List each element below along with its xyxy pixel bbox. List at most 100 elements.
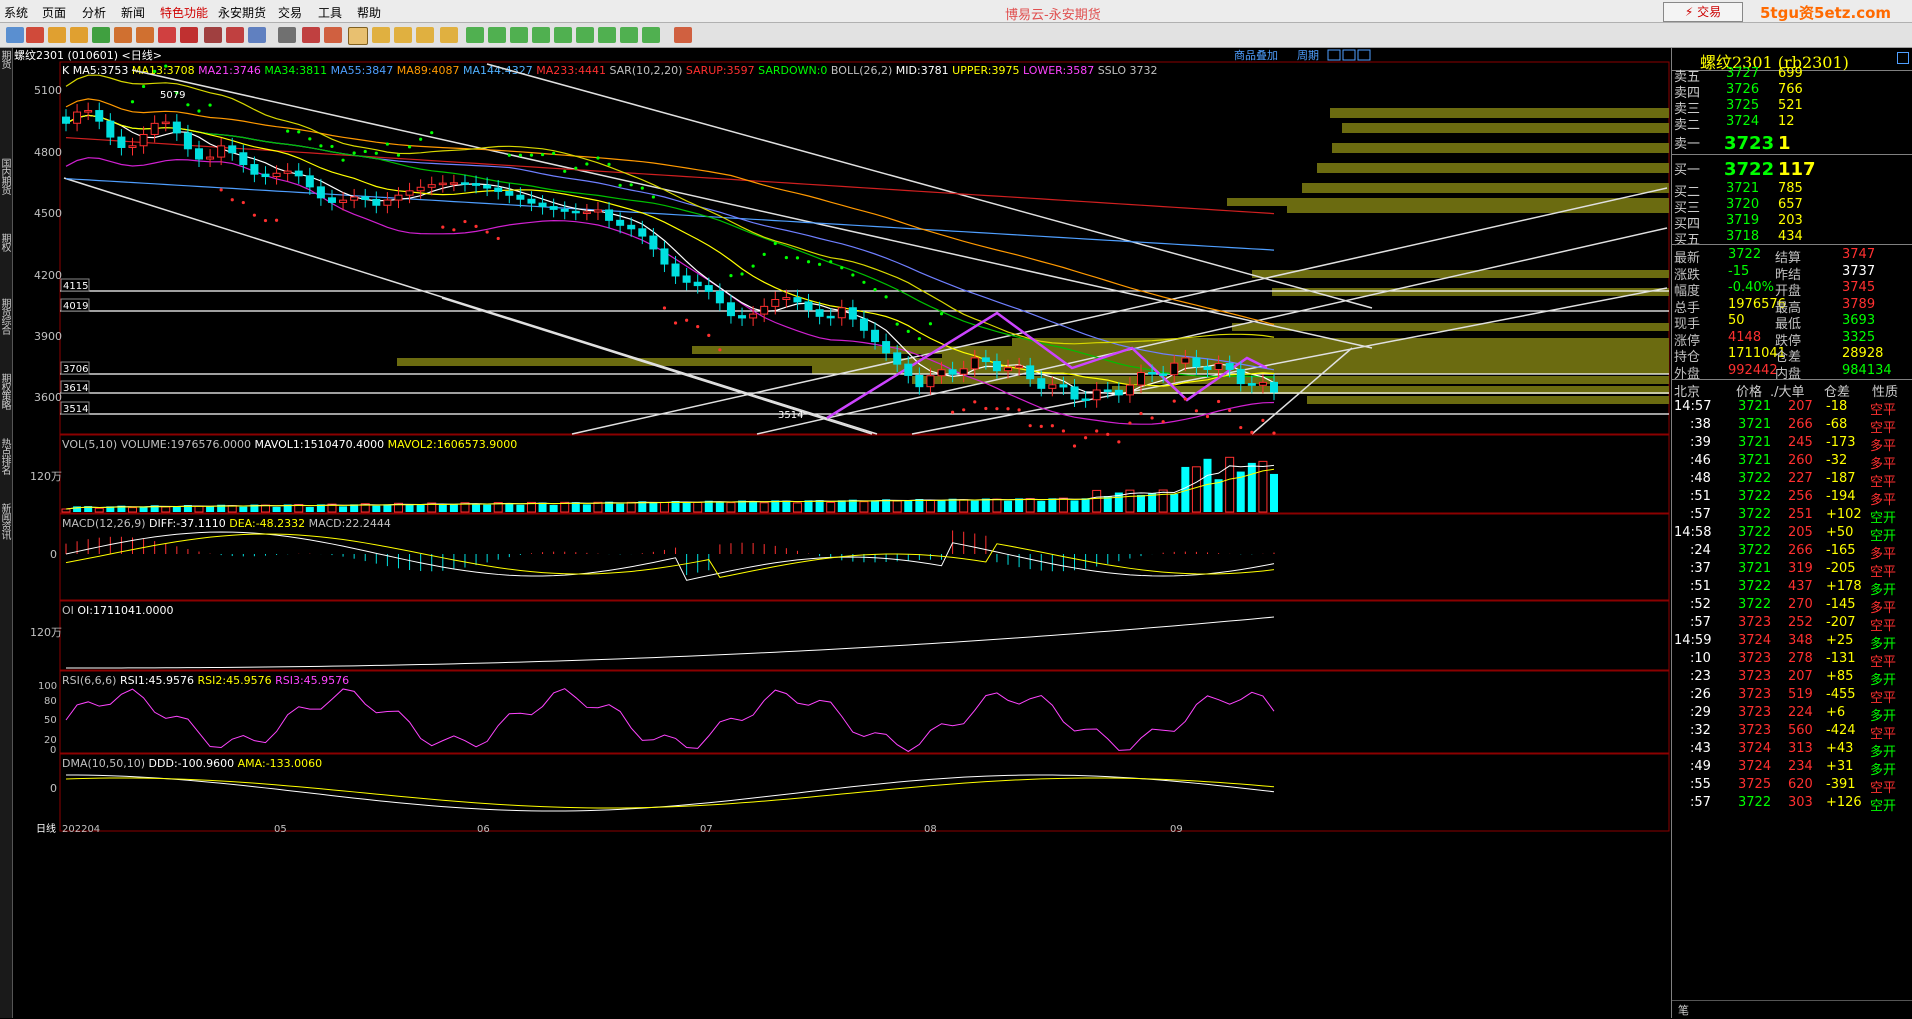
restore-icon[interactable] [1327,49,1341,61]
tick-tab[interactable]: 笔 [1678,1002,1689,1018]
dma-indicator-row: DMA(10,50,10) DDD:-100.9600 AMA:-133.006… [62,757,322,770]
panel-toggle-icon[interactable] [1897,52,1909,64]
period-60min-icon[interactable] [576,27,594,43]
candle-body [1026,365,1035,380]
side-tab-options[interactable]: 期权 [0,233,12,293]
menu-system[interactable]: 系统 [4,4,28,21]
oi-axis: 120万 [30,626,62,639]
stat-value: 3745 [1842,280,1876,295]
tick-price: 3724 [1738,741,1772,756]
tick-time: :39 [1690,435,1711,450]
sar-dot [385,142,389,146]
pen-icon[interactable] [180,27,198,43]
boll-upper-line [65,74,1275,345]
tick-row: :24 3722 266 -165 多平 [1672,543,1912,562]
layers-icon[interactable] [204,27,222,43]
period-2h-icon[interactable] [598,27,616,43]
tick-row: :23 3723 207 +85 多开 [1672,669,1912,688]
bid-row: 买二 3721 785 [1672,181,1912,200]
sar-dot [862,280,866,284]
kline-icon[interactable] [324,27,342,43]
period-month-icon[interactable] [394,27,412,43]
volume-bars [61,456,1278,513]
candle-body [327,197,336,203]
tick-nature: 空平 [1870,727,1897,742]
maximize-icon[interactable] [1342,49,1356,61]
zoom-out-icon[interactable] [136,27,154,43]
oi-line [65,616,1275,669]
volume-profile-bar [692,346,1669,354]
candle-body [527,198,536,204]
home-icon[interactable] [26,27,44,43]
menu-trade[interactable]: 交易 [278,4,302,21]
period-4h-icon[interactable] [620,27,638,43]
level-label: 4019 [63,301,88,312]
volume-bar [516,504,525,512]
volume-bar [1025,498,1035,513]
candle-body [438,182,447,186]
volume-bar [339,506,348,512]
link-overlay[interactable]: 商品叠加 [1234,48,1278,62]
tick-oi-change: +50 [1826,525,1854,540]
side-tab-news[interactable]: 新闻资讯 [0,503,12,563]
volume-bar [970,500,979,512]
menu-news[interactable]: 新闻 [121,4,145,21]
key-icon[interactable] [158,27,176,43]
tick-price: 3721 [1738,561,1772,576]
side-tab-domestic[interactable]: 国内期货 [0,158,12,228]
period-15min-icon[interactable] [532,27,550,43]
side-tab-futures[interactable]: 期货 [0,50,12,110]
ask-volume: 12 [1778,114,1795,129]
folder-icon[interactable] [48,27,66,43]
side-tab-ranking[interactable]: 热点排名 [0,438,12,498]
volume-profile-bar [1272,288,1669,296]
side-tab-composite[interactable]: 期货综合 [0,298,12,368]
volume-bar [1148,493,1157,512]
filter-icon[interactable] [226,27,244,43]
back-icon[interactable] [6,27,24,43]
volume-profile-bar [1332,143,1669,153]
menu-page[interactable]: 页面 [42,4,66,21]
table-icon[interactable] [278,27,296,43]
side-tab-strategy[interactable]: 期权策略 [0,373,12,433]
volume-bar [649,502,658,512]
menu-analysis[interactable]: 分析 [82,4,106,21]
volume-bar [937,500,946,512]
tick-oi-change: +43 [1826,741,1854,756]
calculator-icon[interactable] [674,27,692,43]
trade-button[interactable]: ⚡ 交易 [1663,2,1743,22]
period-year-icon[interactable] [440,27,458,43]
rsi-tick: 50 [44,715,57,726]
close-panel-icon[interactable] [1357,49,1371,61]
menu-help[interactable]: 帮助 [357,4,381,21]
period-day-icon[interactable] [348,27,368,45]
sar-dot [1183,397,1187,401]
menu-features[interactable]: 特色功能 [160,4,208,21]
candle-body [760,305,769,315]
stat-value: 984134 [1842,362,1892,378]
settings-icon[interactable] [248,27,266,43]
period-1min-icon[interactable] [466,27,484,43]
sar-dot [1117,440,1121,444]
price-tick: 3600 [34,391,62,404]
zoom-in-icon[interactable] [114,27,132,43]
period-5min-icon[interactable] [510,27,528,43]
period-quarter-icon[interactable] [416,27,434,43]
period-custom-icon[interactable] [642,27,660,43]
tick-oi-change: -145 [1826,597,1856,612]
kline-chart[interactable]: 螺纹2301 (010601) <日线> 商品叠加 周期 K MA5:3753 … [12,48,1670,1018]
candle-body [405,190,414,196]
candle-body [605,209,614,221]
candle-body [893,352,902,365]
open-icon[interactable] [70,27,88,43]
sar-dot [1050,424,1054,428]
refresh-icon[interactable] [92,27,110,43]
menu-tools[interactable]: 工具 [318,4,342,21]
menu-yongan[interactable]: 永安期货 [218,4,266,21]
period-30min-icon[interactable] [554,27,572,43]
line-chart-icon[interactable] [302,27,320,43]
candle-body [1236,368,1245,385]
link-period[interactable]: 周期 [1297,49,1319,62]
period-week-icon[interactable] [372,27,390,43]
period-3min-icon[interactable] [488,27,506,43]
